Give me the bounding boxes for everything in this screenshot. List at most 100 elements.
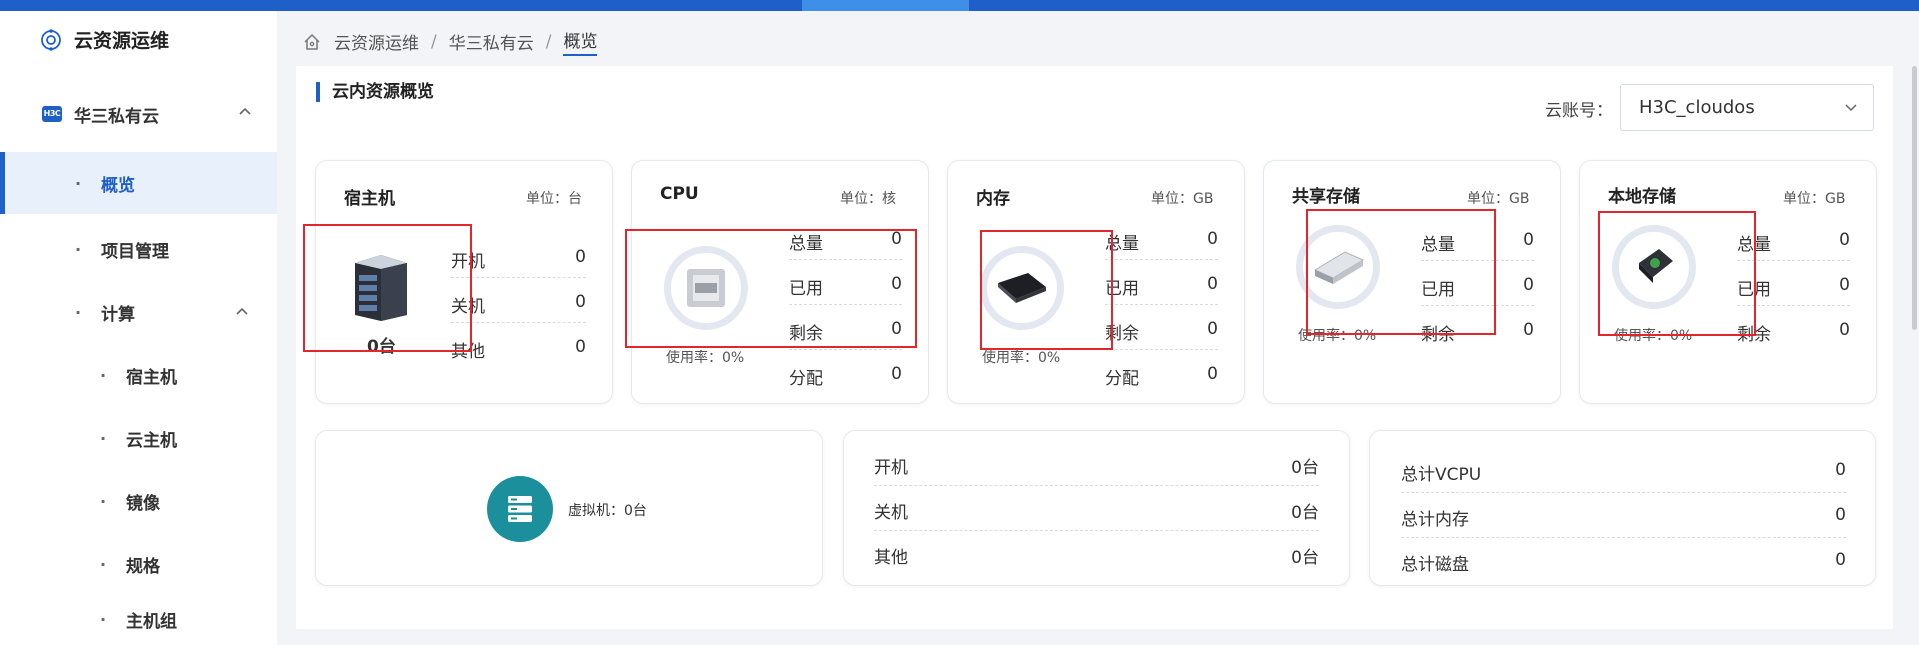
shared-storage-unit: 单位：GB: [1467, 191, 1530, 207]
row-divider: [1401, 537, 1846, 538]
top-accent-bar: [0, 0, 1919, 11]
sidebar-item-label: 规格: [126, 556, 160, 577]
bullet-icon: ·: [75, 173, 82, 193]
breadcrumb: 云资源运维 / 华三私有云 / 概览: [302, 27, 598, 56]
memory-row-free: 剩余 0: [1105, 319, 1218, 344]
sidebar-item-projects[interactable]: · 项目管理: [0, 218, 277, 280]
memory-row-alloc: 分配 0: [1105, 364, 1218, 389]
row-value: 0: [1523, 230, 1534, 250]
bullet-icon: ·: [100, 365, 107, 385]
sidebar-item-label: 宿主机: [126, 367, 177, 388]
row-value: 0台: [1291, 458, 1319, 478]
account-select[interactable]: H3C_cloudos: [1620, 84, 1874, 131]
sidebar-item-compute[interactable]: · 计算: [0, 281, 277, 343]
vm-status-card: 开机 0台 关机 0台 其他 0台: [843, 430, 1350, 586]
vm-row-other: 其他 0台: [874, 543, 1319, 568]
row-value: 0: [575, 292, 586, 312]
row-label: 分配: [1105, 369, 1139, 389]
breadcrumb-separator: /: [431, 31, 437, 52]
memory-row-total: 总量 0: [1105, 229, 1218, 254]
sidebar-item-label: 计算: [101, 304, 135, 325]
sidebar-item-hosts[interactable]: · 宿主机: [0, 344, 277, 406]
row-divider: [1105, 304, 1218, 305]
row-value: 0: [1523, 320, 1534, 340]
row-value: 0台: [1291, 503, 1319, 523]
highlight-box: [303, 224, 472, 352]
row-divider: [874, 485, 1319, 486]
highlight-box: [980, 230, 1113, 350]
row-value: 0: [891, 364, 902, 384]
row-divider: [1105, 349, 1218, 350]
row-value: 0: [575, 337, 586, 357]
row-value: 0: [1207, 229, 1218, 249]
cpu-card-unit: 单位：核: [840, 191, 896, 207]
shared-storage-title: 共享存储: [1292, 187, 1360, 207]
local-storage-title: 本地存储: [1608, 187, 1676, 207]
row-value: 0: [1207, 364, 1218, 384]
sidebar-group-h3c[interactable]: H3C 华三私有云: [42, 99, 262, 129]
bullet-icon: ·: [75, 239, 82, 259]
row-label: 总计内存: [1401, 510, 1469, 530]
cpu-row-alloc: 分配 0: [789, 364, 902, 389]
row-divider: [1105, 259, 1218, 260]
row-divider: [874, 530, 1319, 531]
vm-icon: [487, 476, 553, 542]
memory-card-title: 内存: [976, 189, 1010, 209]
row-label: 总计VCPU: [1401, 465, 1482, 485]
row-label: 总计磁盘: [1401, 555, 1469, 575]
sidebar-item-cloud-hosts[interactable]: · 云主机: [0, 407, 277, 469]
app-title: 云资源运维: [74, 30, 170, 52]
row-value: 0: [1207, 274, 1218, 294]
vm-count-label: 虚拟机：0台: [568, 503, 647, 519]
sidebar-item-label: 主机组: [126, 612, 177, 632]
bullet-icon: ·: [100, 428, 107, 448]
row-label: 其他: [874, 548, 908, 568]
row-divider: [789, 349, 902, 350]
vm-totals-card: 总计VCPU 0 总计内存 0 总计磁盘 0: [1369, 430, 1876, 586]
vm-card: 虚拟机：0台: [315, 430, 823, 586]
sidebar-item-images[interactable]: · 镜像: [0, 470, 277, 532]
server-stack-icon: [508, 496, 532, 522]
sidebar-item-flavors[interactable]: · 规格: [0, 533, 277, 595]
sidebar-item-label: 镜像: [126, 493, 160, 514]
chevron-down-icon: [1845, 104, 1857, 112]
vm-total-vcpu: 总计VCPU 0: [1401, 460, 1846, 485]
bullet-icon: ·: [100, 554, 107, 574]
vm-total-disk: 总计磁盘 0: [1401, 550, 1846, 575]
memory-usage-text: 使用率：0%: [982, 350, 1061, 366]
bullet-icon: ·: [100, 610, 107, 629]
chevron-up-icon[interactable]: [238, 105, 252, 119]
sidebar-item-label: 云主机: [126, 430, 177, 451]
host-card-unit: 单位：台: [526, 191, 582, 207]
cpu-card-title: CPU: [660, 184, 699, 204]
vm-row-off: 关机 0台: [874, 498, 1319, 523]
account-label: 云账号：: [1545, 101, 1613, 121]
sidebar-item-host-groups[interactable]: · 主机组: [0, 596, 277, 643]
app-logo[interactable]: 云资源运维: [40, 26, 169, 53]
sidebar-item-overview[interactable]: · 概览: [0, 152, 277, 214]
row-value: 0: [575, 247, 586, 267]
row-value: 0台: [1291, 548, 1319, 568]
host-card-title: 宿主机: [344, 189, 395, 209]
bullet-icon: ·: [75, 302, 82, 322]
chevron-up-icon[interactable]: [235, 305, 249, 319]
row-label: 分配: [789, 369, 823, 389]
scrollbar-thumb[interactable]: [1912, 66, 1917, 330]
row-value: 0: [1839, 230, 1850, 250]
breadcrumb-separator: /: [545, 31, 552, 52]
row-label: 开机: [874, 458, 908, 478]
home-icon[interactable]: [302, 32, 322, 52]
breadcrumb-current: 概览: [563, 27, 598, 56]
h3c-logo-icon: H3C: [42, 106, 62, 122]
panel-title: 云内资源概览: [316, 82, 434, 102]
vm-row-on: 开机 0台: [874, 453, 1319, 478]
row-value: 0: [1839, 320, 1850, 340]
memory-card-unit: 单位：GB: [1151, 191, 1214, 207]
breadcrumb-item[interactable]: 华三私有云: [449, 29, 534, 54]
breadcrumb-item[interactable]: 云资源运维: [334, 29, 419, 54]
row-value: 0: [1839, 275, 1850, 295]
row-value: 0: [1835, 550, 1846, 570]
row-value: 0: [1835, 460, 1846, 480]
memory-row-used: 已用 0: [1105, 274, 1218, 299]
sidebar-item-label: 项目管理: [101, 241, 169, 262]
